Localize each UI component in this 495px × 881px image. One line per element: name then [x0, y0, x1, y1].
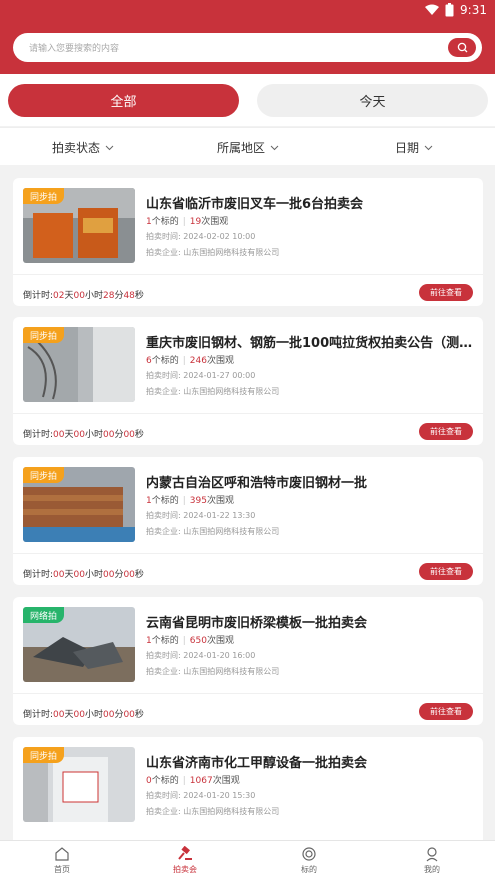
countdown: 倒计时:00天00小时00分00秒 — [23, 710, 144, 720]
filter-label: 日期 — [395, 141, 420, 155]
auction-thumbnail: 同步拍 — [23, 747, 135, 822]
auction-title: 云南省昆明市废旧桥梁模板一批拍卖会 — [146, 616, 368, 631]
views-count: 395 — [189, 496, 207, 506]
lots-suffix: 个标的 — [151, 636, 179, 646]
auction-card[interactable]: 网络拍 云南省昆明市废旧桥梁模板一批拍卖会 1个标的 | 650次围观 拍卖时间: … — [13, 597, 483, 725]
view-button[interactable]: 前往查看 — [419, 284, 473, 301]
tabbar-lots[interactable]: 标的 — [279, 846, 339, 875]
target-icon — [302, 847, 316, 861]
countdown: 倒计时:00天00小时00分00秒 — [23, 570, 144, 580]
auction-time: 拍卖时间: 2024-02-02 10:00 — [146, 232, 256, 241]
tabbar-home[interactable]: 首页 — [32, 846, 92, 875]
auction-thumbnail: 同步拍 — [23, 467, 135, 542]
auction-type-badge: 网络拍 — [23, 607, 65, 623]
search-icon — [457, 42, 467, 53]
filter-region[interactable]: 所属地区 — [217, 139, 279, 156]
views-suffix: 次围观 — [206, 356, 234, 366]
search-button[interactable] — [448, 38, 476, 57]
status-icons: 9:31 — [425, 3, 487, 17]
auction-meta: 1个标的 | 650次围观 — [146, 636, 234, 646]
divider — [13, 274, 483, 275]
auction-time: 拍卖时间: 2024-01-27 00:00 — [146, 371, 256, 380]
status-bar: 9:31 — [0, 0, 495, 22]
view-button[interactable]: 前往查看 — [419, 703, 473, 720]
chevron-down-icon — [424, 145, 433, 150]
auction-company: 拍卖企业: 山东国拍网络科技有限公司 — [146, 667, 280, 676]
search-bar[interactable]: 请输入您要搜索的内容 — [13, 33, 482, 62]
lots-suffix: 个标的 — [151, 776, 179, 786]
views-suffix: 次围观 — [206, 496, 234, 506]
lots-suffix: 个标的 — [151, 496, 179, 506]
auction-card[interactable]: 同步拍 山东省临沂市废旧叉车一批6台拍卖会 1个标的 | 19次围观 拍卖时间: 2… — [13, 178, 483, 306]
auction-type-badge: 同步拍 — [23, 327, 65, 343]
auction-title: 山东省临沂市废旧叉车一批6台拍卖会 — [146, 197, 364, 212]
auction-card[interactable]: 同步拍 内蒙古自治区呼和浩特市废旧钢材一批 1个标的 | 395次围观 拍卖时间: … — [13, 457, 483, 585]
auction-type-badge: 同步拍 — [23, 747, 65, 763]
views-suffix: 次围观 — [201, 217, 229, 227]
view-button[interactable]: 前往查看 — [419, 423, 473, 440]
search-input[interactable]: 请输入您要搜索的内容 — [29, 41, 119, 54]
auction-meta: 1个标的 | 395次围观 — [146, 496, 234, 506]
bottom-tab-bar: 首页 拍卖会 标的 我的 — [0, 840, 495, 881]
auction-company: 拍卖企业: 山东国拍网络科技有限公司 — [146, 248, 280, 257]
lots-suffix: 个标的 — [151, 217, 179, 227]
tab-today[interactable]: 今天 — [257, 84, 488, 117]
views-suffix: 次围观 — [212, 776, 240, 786]
user-icon — [426, 847, 438, 862]
auction-meta: 6个标的 | 246次围观 — [146, 356, 234, 366]
auction-time: 拍卖时间: 2024-01-20 16:00 — [146, 651, 256, 660]
filter-date[interactable]: 日期 — [395, 139, 433, 156]
lots-suffix: 个标的 — [151, 356, 179, 366]
auction-company: 拍卖企业: 山东国拍网络科技有限公司 — [146, 387, 280, 396]
date-tabs: 全部 今天 — [0, 74, 495, 126]
tabbar-profile[interactable]: 我的 — [402, 846, 462, 875]
wifi-icon — [425, 4, 440, 15]
auction-company: 拍卖企业: 山东国拍网络科技有限公司 — [146, 807, 280, 816]
auction-title: 内蒙古自治区呼和浩特市废旧钢材一批 — [146, 476, 368, 491]
filter-auction-status[interactable]: 拍卖状态 — [52, 139, 114, 156]
filter-label: 拍卖状态 — [52, 141, 101, 155]
home-icon — [55, 847, 69, 861]
battery-icon — [445, 3, 454, 17]
auction-meta: 0个标的 | 1067次围观 — [146, 776, 240, 786]
auction-thumbnail: 同步拍 — [23, 327, 135, 402]
auction-card[interactable]: 同步拍 重庆市废旧钢材、钢筋一批100吨拉货权拍卖公告（测试） 6个标的 | 246… — [13, 317, 483, 445]
status-time: 9:31 — [460, 3, 487, 17]
divider — [13, 413, 483, 414]
divider — [13, 693, 483, 694]
auction-card[interactable]: 同步拍 山东省济南市化工甲醇设备一批拍卖会 0个标的 | 1067次围观 拍卖时间:… — [13, 737, 483, 847]
auction-type-badge: 同步拍 — [23, 467, 65, 483]
views-count: 1067 — [189, 776, 213, 786]
chevron-down-icon — [105, 145, 114, 150]
auction-meta: 1个标的 | 19次围观 — [146, 217, 229, 227]
filter-bar: 拍卖状态 所属地区 日期 — [0, 127, 495, 165]
auction-thumbnail: 网络拍 — [23, 607, 135, 682]
countdown: 倒计时:00天00小时00分00秒 — [23, 430, 144, 440]
tab-all[interactable]: 全部 — [8, 84, 239, 117]
views-count: 650 — [189, 636, 207, 646]
auction-title: 重庆市废旧钢材、钢筋一批100吨拉货权拍卖公告（测试） — [146, 336, 476, 351]
views-suffix: 次围观 — [206, 636, 234, 646]
auction-type-badge: 同步拍 — [23, 188, 65, 204]
filter-label: 所属地区 — [217, 141, 266, 155]
auction-time: 拍卖时间: 2024-01-22 13:30 — [146, 511, 256, 520]
auction-company: 拍卖企业: 山东国拍网络科技有限公司 — [146, 527, 280, 536]
divider — [13, 553, 483, 554]
auction-title: 山东省济南市化工甲醇设备一批拍卖会 — [146, 756, 368, 771]
chevron-down-icon — [270, 145, 279, 150]
auction-time: 拍卖时间: 2024-01-20 15:30 — [146, 791, 256, 800]
countdown: 倒计时:02天00小时28分48秒 — [23, 291, 144, 301]
views-count: 246 — [189, 356, 207, 366]
header: 请输入您要搜索的内容 — [0, 22, 495, 74]
view-button[interactable]: 前往查看 — [419, 563, 473, 580]
tabbar-auctions[interactable]: 拍卖会 — [155, 846, 215, 875]
gavel-icon — [178, 846, 192, 860]
auction-thumbnail: 同步拍 — [23, 188, 135, 263]
views-count: 19 — [189, 217, 202, 227]
